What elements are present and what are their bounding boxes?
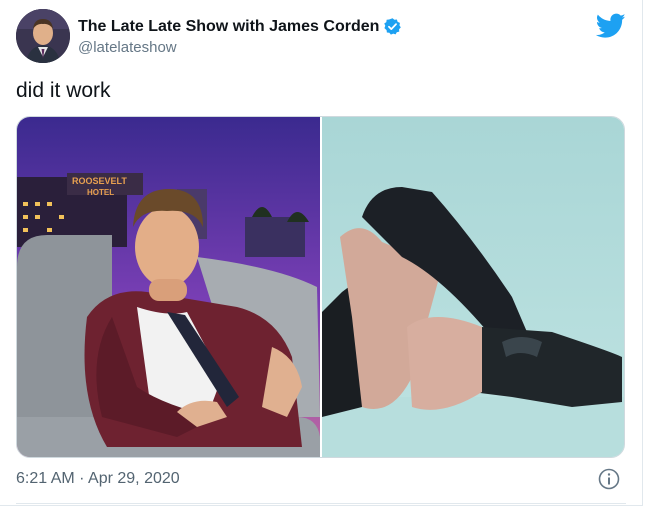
media-photo-right[interactable] bbox=[322, 117, 624, 457]
tweet-text: did it work bbox=[16, 79, 111, 102]
author-names: The Late Late Show with James Corden @la… bbox=[78, 17, 402, 56]
sign-line-2: HOTEL bbox=[87, 188, 114, 197]
twitter-bird-icon[interactable] bbox=[596, 13, 626, 39]
posing-legs-photo bbox=[322, 117, 624, 457]
avatar[interactable] bbox=[16, 9, 70, 63]
author-handle[interactable]: @latelateshow bbox=[78, 39, 402, 56]
tweet-card: The Late Late Show with James Corden @la… bbox=[0, 0, 643, 506]
divider bbox=[16, 503, 626, 504]
verified-badge-icon bbox=[384, 18, 402, 35]
tweet-timestamp[interactable]: 6:21 AM · Apr 29, 2020 bbox=[16, 470, 180, 488]
author-display-name-row[interactable]: The Late Late Show with James Corden bbox=[78, 17, 402, 36]
tweet-media[interactable]: ROOSEVELT HOTEL bbox=[16, 116, 625, 458]
author-display-name[interactable]: The Late Late Show with James Corden bbox=[78, 18, 379, 36]
avatar-image bbox=[16, 9, 70, 63]
media-photo-left[interactable]: ROOSEVELT HOTEL bbox=[17, 117, 320, 457]
tweet-header: The Late Late Show with James Corden @la… bbox=[16, 9, 626, 65]
info-icon[interactable] bbox=[598, 468, 620, 490]
talk-show-host-photo: ROOSEVELT HOTEL bbox=[17, 117, 320, 457]
sign-line-1: ROOSEVELT bbox=[72, 176, 127, 186]
